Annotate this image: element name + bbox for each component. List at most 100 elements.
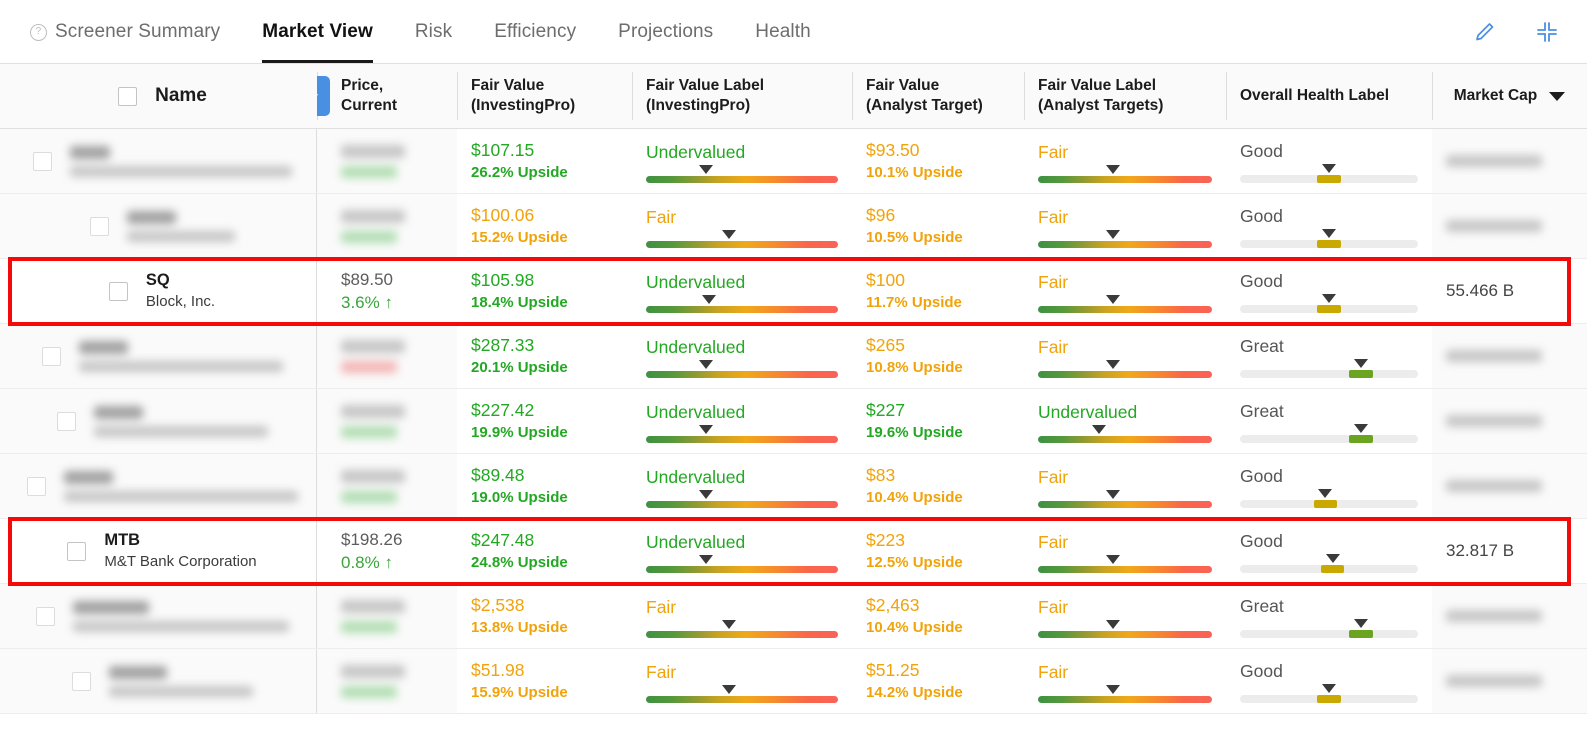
change-redacted [341, 166, 397, 178]
row-fair-value: $287.33 [471, 333, 618, 357]
table-row[interactable]: $287.3320.1% UpsideUndervalued$26510.8% … [0, 324, 1587, 389]
tab-projections[interactable]: Projections [618, 0, 713, 63]
cell-name[interactable]: SQBlock, Inc. [0, 259, 317, 323]
row-price: $89.50 [341, 268, 443, 291]
cell-market-cap: 55.466 B [1432, 259, 1587, 323]
header-market-cap[interactable]: Market Cap [1432, 64, 1587, 128]
row-checkbox[interactable] [90, 217, 109, 236]
tab-market-view[interactable]: Market View [262, 0, 373, 63]
analyst-target-meter [1038, 631, 1212, 638]
row-analyst-target-label: Undervalued [1038, 400, 1212, 424]
header-analyst-target[interactable]: Fair Value (Analyst Target) [852, 64, 1024, 128]
table-row[interactable]: $227.4219.9% UpsideUndervalued$22719.6% … [0, 389, 1587, 454]
change-redacted [341, 686, 397, 698]
row-checkbox[interactable] [33, 152, 52, 171]
tab-bar: ?Screener Summary Market View Risk Efficien… [0, 0, 1587, 64]
health-segment [1314, 500, 1337, 508]
row-fair-value: $105.98 [471, 268, 618, 292]
table-row[interactable]: $100.0615.2% UpsideFair$9610.5% UpsideFa… [0, 194, 1587, 259]
cell-name[interactable] [0, 584, 317, 648]
meter-marker-icon [1354, 619, 1368, 628]
health-segment [1317, 175, 1340, 183]
collapse-icon[interactable] [1535, 20, 1559, 44]
cell-fair-value-label: Fair [632, 194, 852, 258]
header-analyst-target-label[interactable]: Fair Value Label (Analyst Targets) [1024, 64, 1226, 128]
health-segment [1317, 695, 1340, 703]
row-checkbox[interactable] [42, 347, 61, 366]
row-analyst-target-label: Fair [1038, 140, 1212, 164]
cell-price [317, 454, 457, 518]
cell-fair-value-label: Undervalued [632, 324, 852, 388]
cell-name[interactable] [0, 129, 317, 193]
cell-analyst-target: $9610.5% Upside [852, 194, 1024, 258]
row-health-label: Good [1240, 269, 1418, 293]
cell-analyst-target-label: Fair [1024, 649, 1226, 713]
row-checkbox[interactable] [36, 607, 55, 626]
table-row[interactable]: MTBM&T Bank Corporation$198.260.8% ↑$247… [0, 519, 1587, 584]
marketcap-redacted [1446, 415, 1542, 427]
cell-name[interactable] [0, 649, 317, 713]
data-grid: Name + Price, Current Fair Value (Invest… [0, 64, 1587, 714]
cell-analyst-target: $10011.7% Upside [852, 259, 1024, 323]
cell-analyst-target: $26510.8% Upside [852, 324, 1024, 388]
table-row[interactable]: $2,53813.8% UpsideFair$2,46310.4% Upside… [0, 584, 1587, 649]
row-fair-value-label: Undervalued [646, 400, 838, 424]
fair-value-meter [646, 436, 838, 443]
meter-marker-icon [1092, 425, 1106, 434]
company-redacted [94, 426, 268, 437]
meter-marker-icon [1354, 359, 1368, 368]
tab-list: ?Screener Summary Market View Risk Efficien… [0, 0, 853, 63]
table-row[interactable]: $51.9815.9% UpsideFair$51.2514.2% Upside… [0, 649, 1587, 714]
row-checkbox[interactable] [57, 412, 76, 431]
header-name[interactable]: Name [0, 64, 317, 128]
header-fair-value[interactable]: Fair Value (InvestingPro) [457, 64, 632, 128]
meter-marker-icon [1322, 294, 1336, 303]
row-checkbox[interactable] [72, 672, 91, 691]
table-row[interactable]: $89.4819.0% UpsideUndervalued$8310.4% Up… [0, 454, 1587, 519]
tab-screener-summary[interactable]: ?Screener Summary [30, 0, 220, 63]
meter-marker-icon [699, 555, 713, 564]
health-meter [1240, 240, 1418, 248]
cell-analyst-target: $93.5010.1% Upside [852, 129, 1024, 193]
row-health-label: Good [1240, 529, 1418, 553]
cell-name[interactable] [0, 194, 317, 258]
select-all-checkbox[interactable] [118, 87, 137, 106]
ticker-redacted [94, 406, 143, 419]
row-analyst-target-upside: 10.8% Upside [866, 357, 1010, 379]
cell-name[interactable]: MTBM&T Bank Corporation [0, 519, 317, 583]
tab-health[interactable]: Health [755, 0, 811, 63]
row-fair-value: $51.98 [471, 658, 618, 682]
row-checkbox[interactable] [27, 477, 46, 496]
header-fair-value-label[interactable]: Fair Value Label (InvestingPro) [632, 64, 852, 128]
header-overall-health-label[interactable]: Overall Health Label [1226, 64, 1432, 128]
table-row[interactable]: $107.1526.2% UpsideUndervalued$93.5010.1… [0, 129, 1587, 194]
tab-label: Efficiency [494, 21, 576, 43]
meter-marker-icon [1322, 164, 1336, 173]
cell-name[interactable] [0, 389, 317, 453]
tab-risk[interactable]: Risk [415, 0, 452, 63]
change-redacted [341, 361, 397, 373]
fair-value-meter [646, 371, 838, 378]
row-checkbox[interactable] [67, 542, 86, 561]
row-health-label: Great [1240, 334, 1418, 358]
health-meter [1240, 370, 1418, 378]
marketcap-redacted [1446, 480, 1542, 492]
row-fair-value-label: Undervalued [646, 335, 838, 359]
add-column-button[interactable]: + [317, 76, 330, 116]
header-price[interactable]: + Price, Current [317, 64, 457, 128]
cell-name[interactable] [0, 454, 317, 518]
tab-efficiency[interactable]: Efficiency [494, 0, 576, 63]
fair-value-meter [646, 241, 838, 248]
row-checkbox[interactable] [109, 282, 128, 301]
cell-overall-health: Good [1226, 649, 1432, 713]
cell-price [317, 389, 457, 453]
sort-desc-caret-icon[interactable] [1549, 92, 1565, 101]
health-segment [1349, 435, 1372, 443]
edit-pencil-icon[interactable] [1473, 20, 1497, 44]
cell-market-cap [1432, 389, 1587, 453]
cell-fair-value: $107.1526.2% Upside [457, 129, 632, 193]
table-row[interactable]: SQBlock, Inc.$89.503.6% ↑$105.9818.4% Up… [0, 259, 1587, 324]
cell-price: $198.260.8% ↑ [317, 519, 457, 583]
row-name-redacted [127, 211, 235, 242]
cell-name[interactable] [0, 324, 317, 388]
